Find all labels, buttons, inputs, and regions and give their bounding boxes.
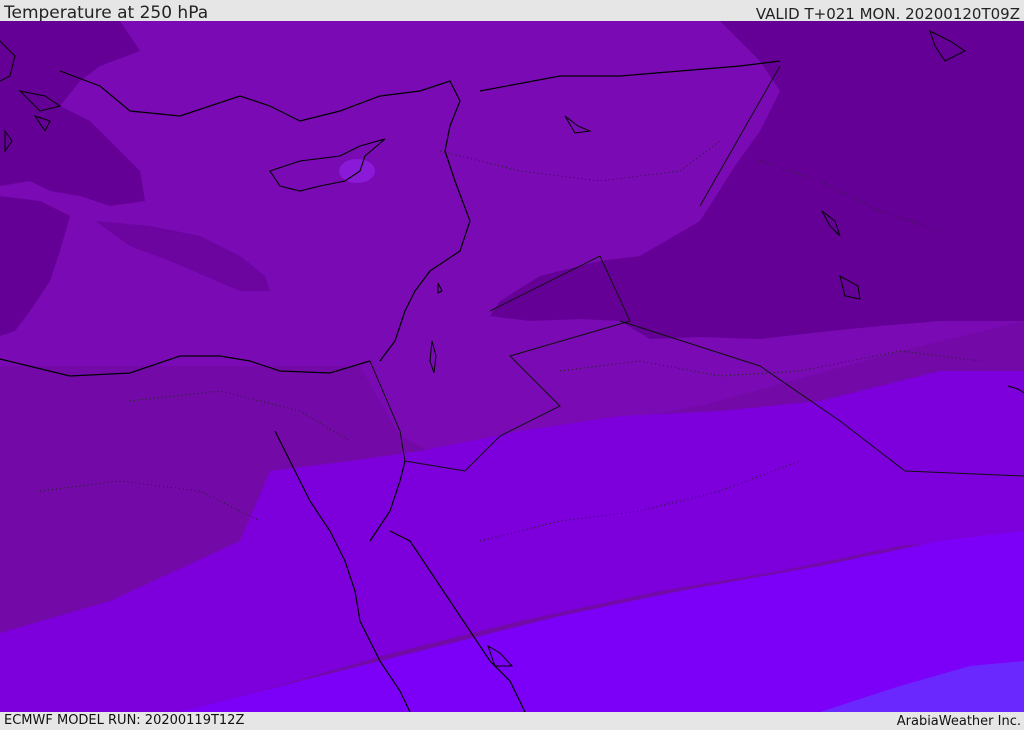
credit-text: ArabiaWeather Inc. [896, 714, 1021, 729]
cyprus-warm-spot [339, 159, 375, 183]
header-bar: Temperature at 250 hPa VALID T+021 MON. … [0, 0, 1024, 23]
footer-bar: ECMWF MODEL RUN: 20200119T12Z ArabiaWeat… [0, 712, 1024, 729]
model-run: ECMWF MODEL RUN: 20200119T12Z [4, 713, 245, 728]
map-canvas [0, 21, 1024, 712]
map-title: Temperature at 250 hPa [4, 3, 209, 23]
temperature-map[interactable] [0, 21, 1024, 712]
